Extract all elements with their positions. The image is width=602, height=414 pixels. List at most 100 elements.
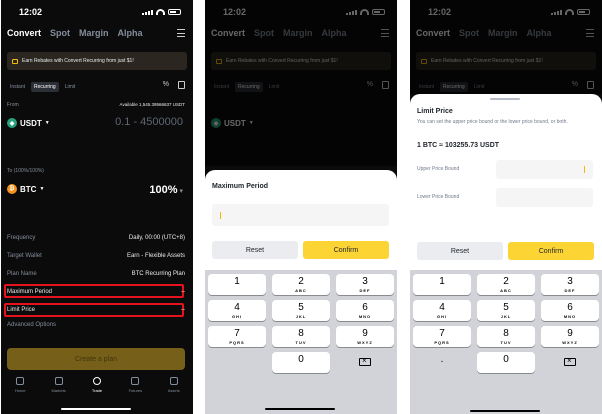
key-3[interactable]: 3 DEF xyxy=(336,274,394,295)
home-indicator xyxy=(470,410,540,412)
lower-bound-label: Lower Price Bound xyxy=(417,194,460,200)
key-7[interactable]: 7 PQRS xyxy=(413,326,471,347)
status-bar: 12:02 xyxy=(1,0,193,24)
available-balance: Available 1,545.39566637 USDT xyxy=(119,102,185,107)
backspace-key[interactable] xyxy=(336,352,394,373)
confirm-button[interactable]: Confirm xyxy=(508,242,594,260)
key-6[interactable]: 6 MNO xyxy=(336,300,394,321)
mode-icons: % xyxy=(163,81,185,89)
create-plan-button[interactable]: Create a plan xyxy=(7,348,185,370)
nav-markets[interactable]: Markets xyxy=(44,374,74,404)
key-9[interactable]: 9 WXYZ xyxy=(541,326,599,347)
setting-maximum-period[interactable]: Maximum Period -- xyxy=(7,289,185,299)
key-1[interactable]: 1 xyxy=(413,274,471,295)
key-1[interactable]: 1 xyxy=(208,274,266,295)
text-caret xyxy=(220,212,221,219)
menu-icon[interactable] xyxy=(177,29,185,37)
nav-assets[interactable]: Assets xyxy=(159,374,189,404)
key-0[interactable]: 0 xyxy=(272,352,330,373)
gift-icon xyxy=(12,58,18,64)
trade-icon xyxy=(92,377,101,385)
key-5[interactable]: 5 JKL xyxy=(477,300,535,321)
from-amount-input[interactable]: 0.1 - 4500000 xyxy=(115,116,183,128)
btc-icon: ₿ xyxy=(7,184,17,194)
phone-screen-convert: 12:02 Convert Spot Margin Alpha Earn Reb… xyxy=(1,0,193,414)
tab-instant[interactable]: Instant xyxy=(7,82,28,92)
top-tabs: Convert Spot Margin Alpha xyxy=(7,28,187,42)
key-3[interactable]: 3 DEF xyxy=(541,274,599,295)
nav-trade[interactable]: Trade xyxy=(82,374,112,404)
banner-text: Earn Rebates with Convert Recurring from… xyxy=(22,58,134,64)
home-indicator xyxy=(61,408,131,410)
setting-limit-price[interactable]: Limit Price -- xyxy=(7,307,185,317)
bottom-nav: Home Markets Trade Futures Assets xyxy=(1,374,193,404)
key-0[interactable]: 0 xyxy=(477,352,535,373)
home-indicator xyxy=(265,408,335,410)
convert-mode-tabs: Instant Recurring Limit xyxy=(7,82,78,92)
nav-home[interactable]: Home xyxy=(5,374,35,404)
status-time: 12:02 xyxy=(19,7,43,17)
tab-alpha[interactable]: Alpha xyxy=(118,28,143,42)
to-coin-selector[interactable]: ₿ BTC ▼ xyxy=(7,184,44,194)
numeric-keypad: 1 2 ABC 3 DEF 4 GHI 5 JKL 6 MNO 7 PQRS 8 TUV 9W… xyxy=(205,270,397,414)
key-9[interactable]: 9 WXYZ xyxy=(336,326,394,347)
maximum-period-input[interactable] xyxy=(212,204,389,226)
key-7[interactable]: 7 PQRS xyxy=(208,326,266,347)
from-coin-selector[interactable]: ◆ USDT ▼ xyxy=(7,118,50,128)
key-4[interactable]: 4 GHI xyxy=(208,300,266,321)
chevron-down-icon: ▼ xyxy=(44,120,50,126)
to-percent: 100% ▾ xyxy=(149,184,183,196)
futures-icon xyxy=(131,377,140,385)
key-decimal[interactable]: . xyxy=(413,352,471,373)
tab-recurring[interactable]: Recurring xyxy=(31,82,59,92)
key-4[interactable]: 4 GHI xyxy=(413,300,471,321)
sheet-description: You can set the upper price bound or the… xyxy=(417,119,568,125)
home-icon xyxy=(16,377,25,385)
promo-banner[interactable]: Earn Rebates with Convert Recurring from… xyxy=(7,52,187,70)
reset-button[interactable]: Reset xyxy=(212,241,298,259)
setting-target-wallet[interactable]: Target Wallet Earn - Flexible Assets xyxy=(7,253,185,263)
advanced-options[interactable]: Advanced Options xyxy=(7,322,185,332)
history-icon[interactable] xyxy=(178,81,185,89)
percent-icon[interactable]: % xyxy=(163,81,169,89)
backspace-key[interactable] xyxy=(541,352,599,373)
backspace-icon xyxy=(359,356,371,366)
status-icons xyxy=(142,9,181,15)
chart-icon xyxy=(54,377,63,385)
wifi-icon xyxy=(156,9,165,15)
signal-icon xyxy=(142,10,153,15)
reset-button[interactable]: Reset xyxy=(417,242,503,260)
confirm-button[interactable]: Confirm xyxy=(303,241,389,259)
battery-icon xyxy=(168,9,181,15)
limit-price-sheet: Limit Price You can set the upper price … xyxy=(410,94,602,414)
tab-limit[interactable]: Limit xyxy=(62,82,79,92)
sheet-handle[interactable] xyxy=(490,98,520,100)
to-coin: BTC xyxy=(20,184,37,194)
backspace-icon xyxy=(564,356,576,366)
key-2[interactable]: 2 ABC xyxy=(272,274,330,295)
tab-convert[interactable]: Convert xyxy=(7,28,41,42)
setting-frequency[interactable]: Frequency Daily, 00:00 (UTC+8) xyxy=(7,235,185,245)
chevron-down-icon: ▼ xyxy=(39,186,45,192)
key-8[interactable]: 8 TUV xyxy=(477,326,535,347)
from-label: From xyxy=(7,102,19,108)
overlay-dim[interactable] xyxy=(205,0,397,166)
tab-spot[interactable]: Spot xyxy=(50,28,70,42)
tab-margin[interactable]: Margin xyxy=(79,28,109,42)
key-6[interactable]: 6 MNO xyxy=(541,300,599,321)
wallet-icon xyxy=(169,377,178,385)
usdt-icon: ◆ xyxy=(7,118,17,128)
phone-screen-limit-price: 12:02 Convert Spot Margin Alpha Earn Reb… xyxy=(410,0,602,414)
nav-futures[interactable]: Futures xyxy=(120,374,150,404)
upper-bound-label: Upper Price Bound xyxy=(417,166,460,172)
to-label: To (100%/100%) xyxy=(7,168,44,174)
lower-price-input[interactable] xyxy=(496,188,593,207)
sheet-title: Maximum Period xyxy=(212,183,269,190)
overlay-dim[interactable] xyxy=(410,0,602,94)
key-5[interactable]: 5 JKL xyxy=(272,300,330,321)
upper-price-input[interactable] xyxy=(496,160,593,179)
key-2[interactable]: 2 ABC xyxy=(477,274,535,295)
setting-plan-name[interactable]: Plan Name BTC Recurring Plan xyxy=(7,271,185,281)
key-8[interactable]: 8 TUV xyxy=(272,326,330,347)
maximum-period-sheet: Maximum Period Reset Confirm 1 2 ABC 3 DEF… xyxy=(205,170,397,414)
